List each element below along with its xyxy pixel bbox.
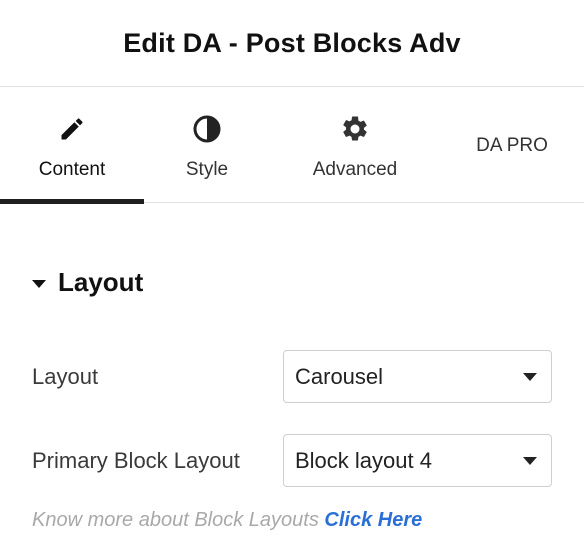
half-circle-contrast-icon — [191, 113, 223, 145]
primary-block-layout-value: Block layout 4 — [295, 447, 432, 473]
tab-content-label: Content — [38, 159, 106, 180]
tab-advanced-label: Advanced — [312, 159, 398, 180]
layout-select[interactable]: Carousel — [283, 350, 552, 403]
tab-da-pro-label: DA PRO — [476, 135, 548, 156]
layout-field-row: Layout Carousel — [32, 350, 552, 403]
primary-block-layout-select[interactable]: Block layout 4 — [283, 434, 552, 487]
tab-bar: Content Style Advanced DA PRO — [0, 87, 584, 204]
click-here-link[interactable]: Click Here — [324, 509, 422, 531]
editor-panel: Edit DA - Post Blocks Adv Content Style — [0, 0, 584, 556]
help-text: Know more about Block Layouts Click Here — [32, 509, 422, 532]
gear-icon — [339, 113, 371, 145]
tab-content[interactable]: Content — [0, 87, 144, 204]
layout-field-label: Layout — [32, 363, 99, 389]
primary-block-layout-row: Primary Block Layout Block layout 4 — [32, 434, 552, 487]
tab-advanced[interactable]: Advanced — [270, 87, 440, 203]
pencil-icon — [56, 113, 88, 145]
chevron-down-icon — [523, 456, 537, 465]
panel-title: Edit DA - Post Blocks Adv — [123, 27, 461, 58]
tab-style[interactable]: Style — [144, 87, 270, 203]
layout-section: Layout Layout Carousel Primary Block Lay… — [0, 203, 584, 556]
tab-style-label: Style — [185, 159, 229, 180]
tab-da-pro[interactable]: DA PRO — [440, 87, 584, 203]
chevron-down-icon — [523, 372, 537, 381]
layout-select-value: Carousel — [295, 363, 384, 389]
section-toggle[interactable]: Layout — [32, 267, 143, 298]
caret-down-icon — [32, 279, 46, 288]
section-title: Layout — [58, 267, 144, 297]
help-text-label: Know more about Block Layouts — [32, 509, 319, 531]
primary-block-layout-label: Primary Block Layout — [32, 447, 240, 473]
panel-header: Edit DA - Post Blocks Adv — [0, 0, 584, 87]
